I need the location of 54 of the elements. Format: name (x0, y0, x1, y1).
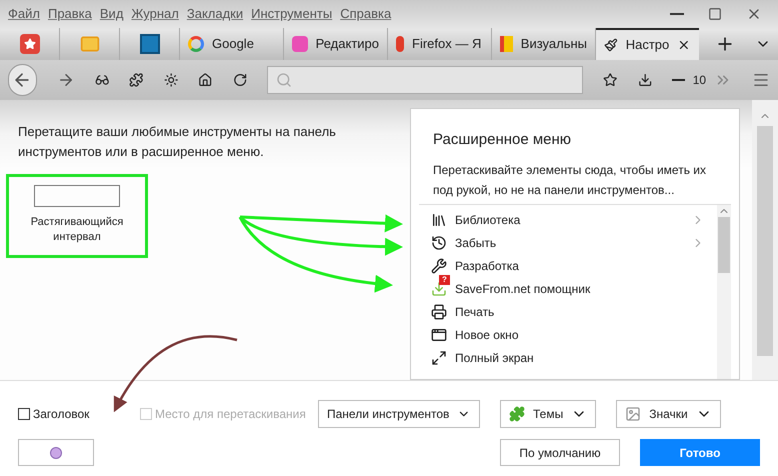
dropdown-button[interactable]: Панели инструментов (318, 400, 480, 428)
menu-entry[interactable]: ? SaveFrom.net помощник (431, 278, 717, 300)
dropdown-button[interactable]: Темы (500, 400, 596, 428)
checkbox[interactable] (18, 408, 30, 420)
download-icon (638, 72, 652, 88)
home-icon (198, 72, 213, 88)
badge: ? (439, 274, 450, 284)
reset-button[interactable]: По умолчанию (500, 439, 620, 466)
instruction-text: Перетащите ваши любимые инструменты на панель инструментов или в расширенное меню. (18, 123, 337, 161)
fullscreen-icon (431, 350, 447, 366)
download-icon (431, 281, 447, 297)
g-logo-icon (188, 36, 204, 52)
back-button[interactable] (8, 64, 37, 96)
spacer-item[interactable]: Растягивающийся интервал (6, 174, 148, 258)
panel-description: Перетаскивайте элементы сюда, чтобы иметь их под рукой, но не на панели инструментов... (433, 162, 707, 198)
done-button[interactable]: Готово (640, 439, 760, 466)
dropdown-button[interactable]: Значки (616, 400, 721, 428)
address-field[interactable] (266, 66, 584, 94)
library-icon (431, 212, 447, 228)
menu-entry[interactable]: Забыть (431, 232, 717, 254)
mail-icon (80, 34, 100, 54)
menu-item[interactable]: Правка (44, 4, 96, 24)
brush-icon (604, 37, 618, 53)
maximize-icon (708, 7, 722, 21)
menu-item[interactable]: Журнал (127, 4, 183, 24)
flag-icon (500, 36, 513, 52)
checkbox-option[interactable]: Заголовок (18, 405, 140, 423)
printer-icon (431, 304, 447, 320)
search-icon (276, 72, 292, 88)
zoom-level: 10 (692, 72, 706, 89)
bookmark-star-icon (603, 72, 618, 88)
browser-tab[interactable]: Настро (596, 28, 699, 60)
menu-item[interactable]: Файл (4, 4, 44, 24)
reload-icon (232, 72, 247, 88)
menu-item[interactable]: Вид (96, 4, 128, 24)
scrollbar[interactable] (717, 204, 731, 379)
menu-entry[interactable]: Полный экран (431, 346, 717, 370)
new-window-icon (431, 327, 447, 343)
menu-entry[interactable]: Новое окно (431, 324, 717, 346)
menu-item[interactable]: Инструменты (247, 4, 336, 24)
menu-entry[interactable]: Печать (431, 300, 717, 324)
image-icon (625, 406, 642, 422)
panel-title: Расширенное меню (433, 130, 572, 150)
menu-entry[interactable]: Библиотека (431, 208, 717, 232)
menu-entry[interactable]: Разработка (431, 254, 717, 278)
puzzle-icon (129, 72, 144, 88)
page-scrollbar[interactable] (752, 100, 778, 380)
spacer-label: Растягивающийся интервал (30, 215, 124, 245)
theme-button[interactable] (18, 439, 94, 466)
puzzle-icon (509, 406, 525, 422)
history-icon (431, 235, 447, 251)
wrench-icon (431, 258, 447, 274)
menu-item[interactable]: Справка (336, 4, 396, 24)
menu-item[interactable]: Закладки (182, 4, 248, 24)
